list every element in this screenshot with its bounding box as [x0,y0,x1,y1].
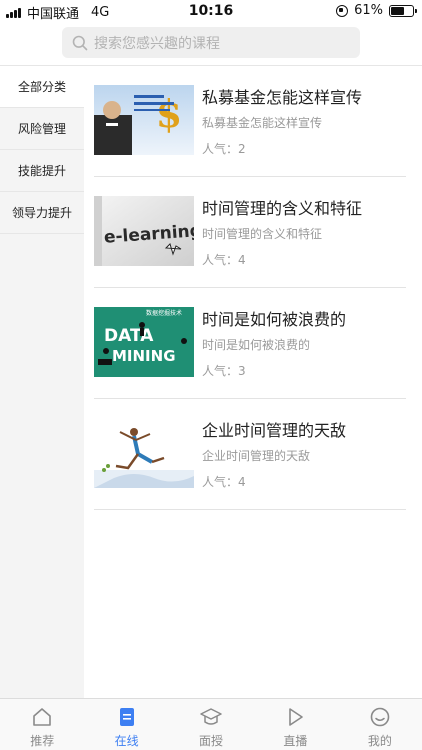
course-popularity: 人气：2 [202,142,246,156]
course-title: 企业时间管理的天敌 [202,421,347,440]
data-text: DATA [104,326,154,346]
course-title: 私募基金怎能这样宣传 [202,88,363,107]
course-title: 时间管理的含义和特征 [202,199,363,218]
tab-label: 我的 [367,734,392,748]
mining-text: MINING [112,347,176,365]
money-thumbnail: $ [94,85,194,155]
elearning-thumbnail: e-learning... [94,196,194,266]
sidebar-item-all[interactable]: 全部分类 [0,66,84,108]
graduation-cap-icon [200,708,222,725]
search-icon [72,35,88,50]
course-item[interactable]: 数据挖掘技术 DATA MINING 时间是如何被浪费的 时间是如何被浪费的 人… [84,288,422,399]
datamining-thumbnail: 数据挖掘技术 DATA MINING [94,307,194,377]
battery-fill [391,6,404,15]
sidebar-item-label: 全部分类 [17,80,66,94]
course-popularity: 人气：3 [202,364,246,378]
tab-live[interactable]: 直播 [253,699,337,750]
tab-label: 在线 [114,734,139,748]
course-divider [94,509,406,510]
datamining-cn-text: 数据挖掘技术 [146,309,182,317]
battery-percent: 61% [354,3,383,18]
tab-label: 面授 [199,734,224,748]
sidebar-item-risk[interactable]: 风险管理 [0,108,84,150]
course-list: $ 私募基金怎能这样宣传 私募基金怎能这样宣传 人气：2 e-learning.… [84,66,422,698]
runner-thumbnail [94,418,194,488]
course-item[interactable]: 企业时间管理的天敌 企业时间管理的天敌 人气：4 [84,399,422,510]
course-item[interactable]: $ 私募基金怎能这样宣传 私募基金怎能这样宣传 人气：2 [84,66,422,177]
tab-online[interactable]: 在线 [84,699,168,750]
status-bar: 中国联通 4G 10:16 61% [0,0,422,22]
course-title: 时间是如何被浪费的 [202,310,347,329]
document-icon [119,708,134,726]
home-icon [33,708,52,726]
tab-label: 推荐 [30,734,55,748]
course-subtitle: 私募基金怎能这样宣传 [202,116,323,130]
course-subtitle: 时间是如何被浪费的 [202,338,311,352]
battery-icon [389,4,417,17]
tab-recommend[interactable]: 推荐 [0,699,84,750]
search-input[interactable]: 搜索您感兴趣的课程 [62,27,360,58]
sidebar-item-leadership[interactable]: 领导力提升 [0,192,84,234]
search-placeholder: 搜索您感兴趣的课程 [94,35,220,52]
sidebar-item-label: 技能提升 [17,164,66,178]
rotation-lock-icon [336,4,349,17]
sidebar-item-label: 风险管理 [17,122,66,136]
sidebar-item-label: 领导力提升 [11,206,72,220]
tab-label: 直播 [283,734,308,748]
play-icon [289,708,304,726]
category-sidebar: 全部分类 风险管理 技能提升 领导力提升 [0,66,84,698]
bottom-tab-bar: 推荐 在线 面授 直播 我的 [0,698,422,750]
course-subtitle: 时间管理的含义和特征 [202,227,323,241]
course-popularity: 人气：4 [202,253,246,267]
smiley-icon [370,707,390,727]
tab-mine[interactable]: 我的 [338,699,422,750]
sidebar-item-skills[interactable]: 技能提升 [0,150,84,192]
status-right: 61% [336,3,417,18]
course-popularity: 人气：4 [202,475,246,489]
course-item[interactable]: e-learning... 时间管理的含义和特征 时间管理的含义和特征 人气：4 [84,177,422,288]
course-subtitle: 企业时间管理的天敌 [202,449,311,463]
tab-classroom[interactable]: 面授 [169,699,253,750]
